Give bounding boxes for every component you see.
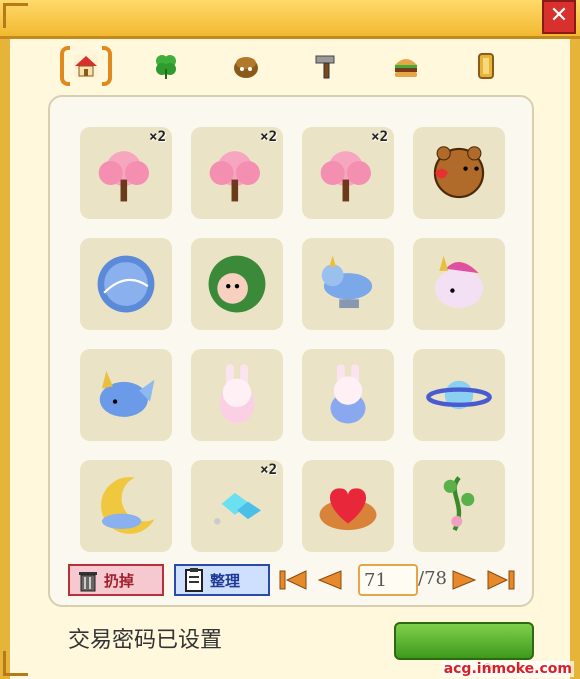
inventory-slot[interactable] xyxy=(80,460,172,552)
last-page-icon xyxy=(487,570,515,590)
first-page-button[interactable] xyxy=(278,566,308,594)
confirm-button[interactable] xyxy=(394,622,534,660)
watermark-text: acg.inmoke.com xyxy=(441,661,574,677)
inventory-slot[interactable] xyxy=(413,460,505,552)
scroll-icon xyxy=(478,53,494,79)
blue-unicorn-fish-icon xyxy=(99,370,155,417)
inventory-toolbar: 扔掉 整理 71 /78 xyxy=(68,564,528,600)
blue-crystals-icon xyxy=(214,492,262,525)
tab-tools[interactable] xyxy=(296,42,356,90)
tab-seeds[interactable] xyxy=(216,42,276,90)
last-page-button[interactable] xyxy=(486,566,516,594)
frame-corner-decoration xyxy=(3,651,28,676)
inventory-slot[interactable] xyxy=(413,127,505,219)
inventory-slot[interactable] xyxy=(80,238,172,330)
tab-food[interactable] xyxy=(376,42,436,90)
next-page-button[interactable] xyxy=(450,566,480,594)
chestnut-icon xyxy=(234,57,258,78)
arrow-left-icon xyxy=(317,570,342,590)
item-grid: ×2 ×2 ×2 ×2 xyxy=(80,127,506,552)
inventory-slot[interactable] xyxy=(80,349,172,441)
discard-label: 扔掉 xyxy=(104,571,135,590)
clipboard-icon xyxy=(185,568,203,592)
trade-password-status: 交易密码已设置 xyxy=(68,628,223,653)
inventory-panel: ×2 ×2 ×2 ×2 扔掉 整理 71 /78 xyxy=(48,95,534,607)
cherry-blossom-tree-icon xyxy=(98,151,149,202)
inventory-slot[interactable] xyxy=(191,349,283,441)
previous-page-button[interactable] xyxy=(314,566,344,594)
tab-misc[interactable] xyxy=(456,42,516,90)
page-total: /78 xyxy=(418,568,447,589)
house-icon xyxy=(74,54,98,78)
item-count-badge: ×2 xyxy=(149,129,166,145)
inventory-slot[interactable]: ×2 xyxy=(302,127,394,219)
inventory-slot[interactable]: ×2 xyxy=(191,127,283,219)
first-page-icon xyxy=(279,570,307,590)
inventory-slot[interactable]: ×2 xyxy=(80,127,172,219)
flower-vine-icon xyxy=(443,476,475,532)
heart-cake-icon xyxy=(319,488,377,531)
inventory-slot[interactable] xyxy=(302,238,394,330)
close-button[interactable]: ✕ xyxy=(542,0,576,34)
yin-yang-orb-icon xyxy=(97,255,155,313)
page-current: 71 xyxy=(364,569,387,591)
tab-plants[interactable] xyxy=(136,42,196,90)
inventory-slot[interactable] xyxy=(191,238,283,330)
trash-can-icon xyxy=(79,572,97,592)
page-number-input[interactable]: 71 xyxy=(358,564,418,596)
pink-bunny-icon xyxy=(219,364,255,424)
inventory-slot[interactable] xyxy=(413,349,505,441)
sort-label: 整理 xyxy=(210,571,241,590)
bear-holding-heart-icon xyxy=(433,146,485,199)
sort-button[interactable]: 整理 xyxy=(174,564,270,596)
inventory-slot[interactable] xyxy=(302,460,394,552)
item-count-badge: ×2 xyxy=(260,462,277,478)
cherry-blossom-tree-icon xyxy=(320,151,371,202)
hammer-icon xyxy=(315,55,335,79)
item-count-badge: ×2 xyxy=(371,129,388,145)
planet-saturn-icon xyxy=(426,380,492,410)
discard-button[interactable]: 扔掉 xyxy=(68,564,164,596)
category-tabs xyxy=(56,42,516,92)
clover-icon xyxy=(156,55,176,79)
inventory-slot[interactable] xyxy=(413,238,505,330)
blue-unicorn-statue-icon xyxy=(321,255,373,309)
burger-icon xyxy=(395,59,417,77)
crescent-moon-bed-icon xyxy=(101,477,155,534)
tab-furniture[interactable] xyxy=(56,42,116,90)
item-count-badge: ×2 xyxy=(260,129,277,145)
cherry-blossom-tree-icon xyxy=(209,151,260,202)
bunny-blue-dress-icon xyxy=(330,364,366,424)
pink-unicorn-plush-icon xyxy=(434,255,484,309)
title-bar xyxy=(0,0,580,39)
frame-corner-decoration xyxy=(3,3,28,28)
inventory-slot[interactable] xyxy=(302,349,394,441)
arrow-right-icon xyxy=(452,570,477,590)
hedgehog-plant-icon xyxy=(208,255,266,313)
inventory-slot[interactable]: ×2 xyxy=(191,460,283,552)
